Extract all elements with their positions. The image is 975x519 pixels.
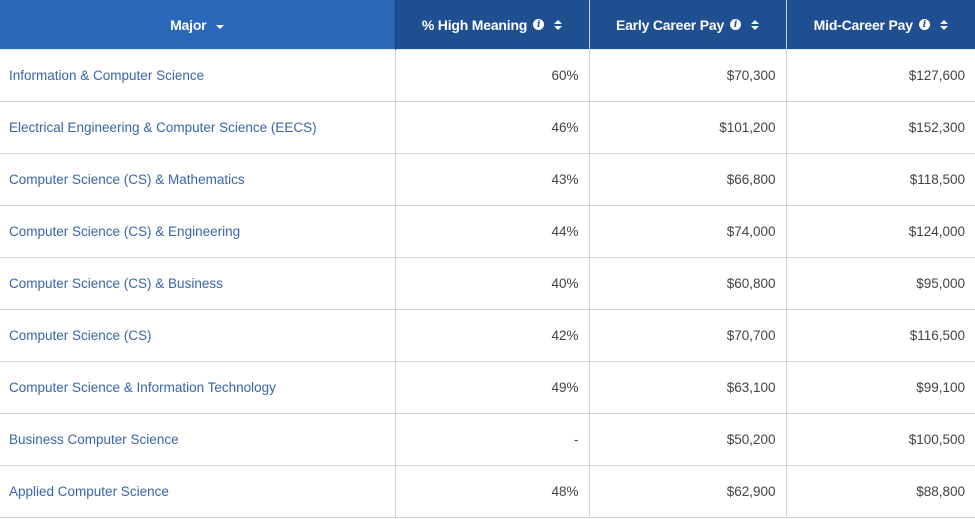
mid-career-pay-cell: $100,500 bbox=[786, 413, 975, 466]
table-row: Electrical Engineering & Computer Scienc… bbox=[0, 101, 975, 154]
sort-toggle-icon[interactable] bbox=[554, 19, 563, 30]
column-header-label: % High Meaning bbox=[421, 16, 528, 33]
table-row: Applied Computer Science 48% $62,900 $88… bbox=[0, 465, 975, 518]
table-row: Information & Computer Science 60% $70,3… bbox=[0, 49, 975, 102]
info-icon[interactable]: i bbox=[918, 19, 930, 30]
column-header-label: Mid-Career Pay bbox=[813, 16, 913, 33]
early-career-pay-cell: $70,700 bbox=[589, 309, 787, 362]
high-meaning-cell: 42% bbox=[395, 309, 590, 362]
major-link[interactable]: Information & Computer Science bbox=[0, 49, 396, 102]
column-header-mid-career-pay[interactable]: Mid-Career Pay i bbox=[786, 0, 975, 50]
major-link[interactable]: Electrical Engineering & Computer Scienc… bbox=[0, 101, 396, 154]
column-header-early-career-pay[interactable]: Early Career Pay i bbox=[589, 0, 787, 50]
mid-career-pay-cell: $99,100 bbox=[786, 361, 975, 414]
high-meaning-cell: 48% bbox=[395, 465, 590, 518]
sort-toggle-icon[interactable] bbox=[939, 19, 948, 30]
info-icon[interactable]: i bbox=[533, 19, 545, 30]
major-link[interactable]: Business Computer Science bbox=[0, 413, 396, 466]
early-career-pay-cell: $50,200 bbox=[589, 413, 787, 466]
table-row: Business Computer Science - $50,200 $100… bbox=[0, 413, 975, 466]
major-link[interactable]: Computer Science (CS) & Mathematics bbox=[0, 153, 396, 206]
column-header-major[interactable]: Major bbox=[0, 0, 396, 50]
early-career-pay-cell: $60,800 bbox=[589, 257, 787, 310]
high-meaning-cell: 49% bbox=[395, 361, 590, 414]
table-row: Computer Science (CS) & Business 40% $60… bbox=[0, 257, 975, 310]
column-header-label: Major bbox=[170, 16, 207, 33]
mid-career-pay-cell: $124,000 bbox=[786, 205, 975, 258]
table-row: Computer Science & Information Technolog… bbox=[0, 361, 975, 414]
major-link[interactable]: Computer Science (CS) & Engineering bbox=[0, 205, 396, 258]
mid-career-pay-cell: $118,500 bbox=[786, 153, 975, 206]
table-body: Information & Computer Science 60% $70,3… bbox=[0, 49, 975, 518]
table-row: Computer Science (CS) 42% $70,700 $116,5… bbox=[0, 309, 975, 362]
column-header-high-meaning[interactable]: % High Meaning i bbox=[395, 0, 590, 50]
mid-career-pay-cell: $95,000 bbox=[786, 257, 975, 310]
high-meaning-cell: - bbox=[395, 413, 590, 466]
mid-career-pay-cell: $88,800 bbox=[786, 465, 975, 518]
majors-salary-table: Major % High Meaning i Early Career Pay … bbox=[0, 0, 975, 518]
table-row: Computer Science (CS) & Engineering 44% … bbox=[0, 205, 975, 258]
high-meaning-cell: 46% bbox=[395, 101, 590, 154]
early-career-pay-cell: $66,800 bbox=[589, 153, 787, 206]
sort-descending-icon[interactable] bbox=[216, 24, 225, 29]
high-meaning-cell: 40% bbox=[395, 257, 590, 310]
early-career-pay-cell: $70,300 bbox=[589, 49, 787, 102]
table-header: Major % High Meaning i Early Career Pay … bbox=[0, 0, 975, 50]
info-icon[interactable]: i bbox=[730, 19, 742, 30]
high-meaning-cell: 43% bbox=[395, 153, 590, 206]
sort-toggle-icon[interactable] bbox=[751, 19, 760, 30]
mid-career-pay-cell: $152,300 bbox=[786, 101, 975, 154]
table-row: Computer Science (CS) & Mathematics 43% … bbox=[0, 153, 975, 206]
major-link[interactable]: Applied Computer Science bbox=[0, 465, 396, 518]
high-meaning-cell: 60% bbox=[395, 49, 590, 102]
major-link[interactable]: Computer Science (CS) & Business bbox=[0, 257, 396, 310]
early-career-pay-cell: $62,900 bbox=[589, 465, 787, 518]
early-career-pay-cell: $74,000 bbox=[589, 205, 787, 258]
mid-career-pay-cell: $116,500 bbox=[786, 309, 975, 362]
high-meaning-cell: 44% bbox=[395, 205, 590, 258]
early-career-pay-cell: $63,100 bbox=[589, 361, 787, 414]
early-career-pay-cell: $101,200 bbox=[589, 101, 787, 154]
major-link[interactable]: Computer Science (CS) bbox=[0, 309, 396, 362]
major-link[interactable]: Computer Science & Information Technolog… bbox=[0, 361, 396, 414]
column-header-label: Early Career Pay bbox=[615, 16, 725, 33]
mid-career-pay-cell: $127,600 bbox=[786, 49, 975, 102]
